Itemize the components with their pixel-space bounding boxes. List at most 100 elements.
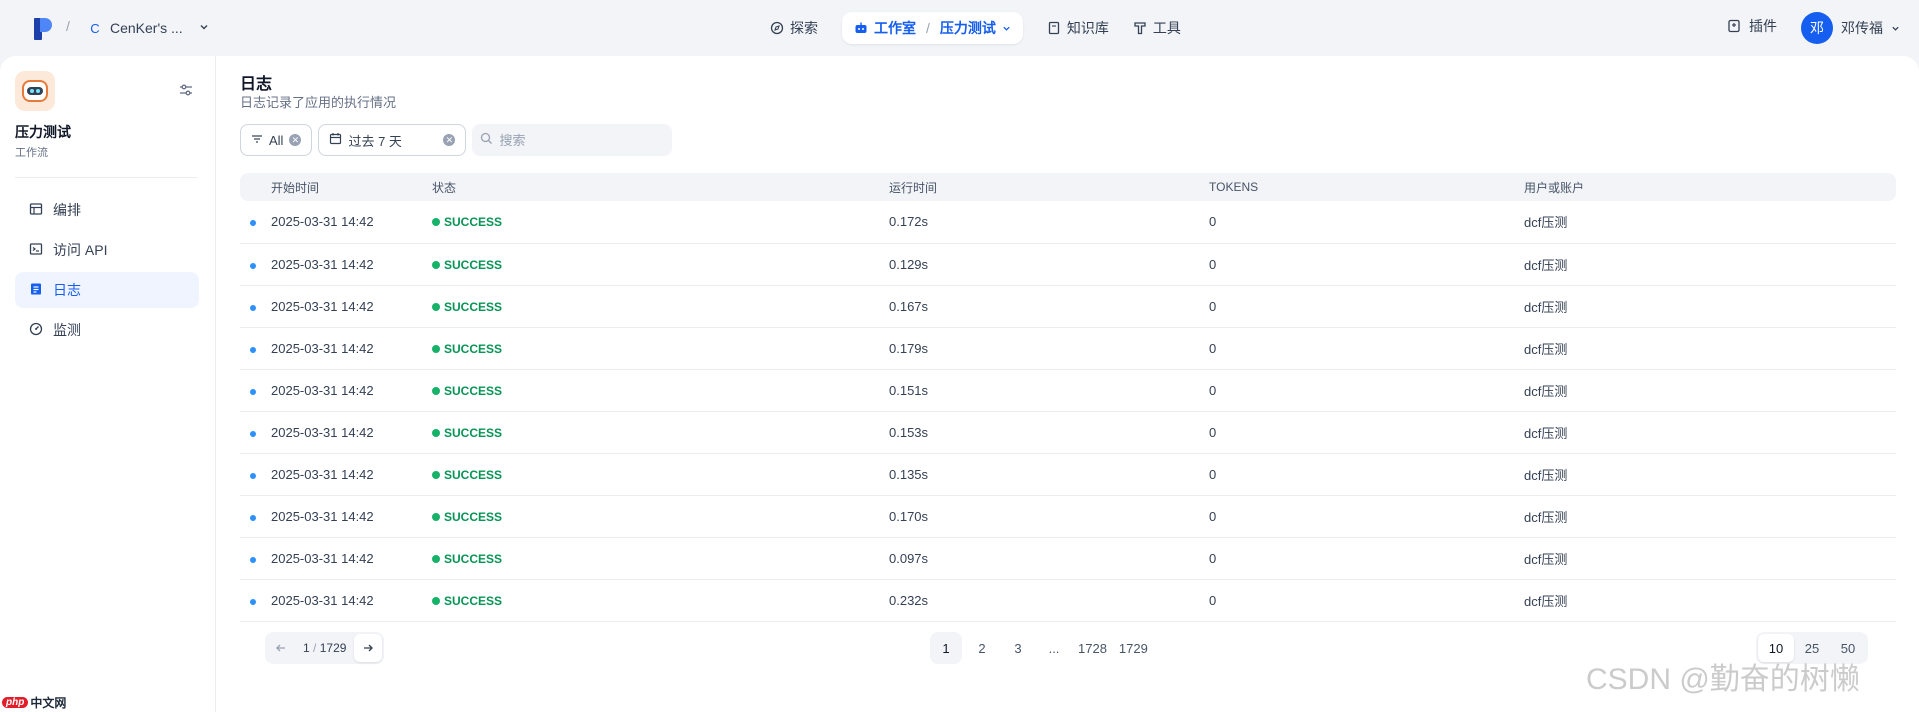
status-dot: [432, 554, 440, 563]
file-text-icon: [29, 282, 43, 299]
search-input[interactable]: [499, 132, 660, 148]
chevron-down-icon: [199, 22, 209, 35]
table-row[interactable]: 2025-03-31 14:42 SUCCESS 0.151s 0 dcf压测: [240, 369, 1896, 411]
sidebar-item-label: 编排: [53, 202, 81, 218]
status-dot: [432, 386, 440, 395]
cell-tokens: 0: [1209, 298, 1217, 314]
table-row[interactable]: 2025-03-31 14:42 SUCCESS 0.135s 0 dcf压测: [240, 453, 1896, 495]
cell-runtime: 0.172s: [889, 214, 929, 230]
unread-dot: [250, 472, 256, 479]
cell-start-time: 2025-03-31 14:42: [271, 256, 374, 272]
page-number[interactable]: 1728: [1074, 632, 1111, 664]
table-row[interactable]: 2025-03-31 14:42 SUCCESS 0.167s 0 dcf压测: [240, 285, 1896, 327]
gauge-icon: [29, 322, 43, 339]
row-indicator: [240, 411, 271, 453]
cell-tokens: 0: [1209, 340, 1217, 356]
cell-tokens: 0: [1209, 550, 1217, 566]
nav-explore[interactable]: 探索: [758, 12, 830, 44]
period-filter[interactable]: 过去 7 天 ✕: [318, 124, 467, 156]
nav-separator: /: [926, 20, 930, 36]
chevron-down-icon[interactable]: [1002, 20, 1011, 36]
user-menu[interactable]: 邓 邓传福: [1801, 12, 1900, 44]
nav-current-app[interactable]: 压力测试: [940, 18, 996, 38]
column-status: 状态: [432, 180, 457, 195]
php-watermark: php 中文网: [2, 694, 66, 711]
workspace-switcher[interactable]: C CenKer's ...: [88, 14, 209, 42]
csdn-watermark: CSDN @勤奋的树懒: [1586, 663, 1860, 696]
cell-tokens: 0: [1209, 508, 1217, 524]
plugin-icon: [1727, 19, 1741, 33]
status-text: SUCCESS: [444, 383, 503, 398]
table-row[interactable]: 2025-03-31 14:42 SUCCESS 0.153s 0 dcf压测: [240, 411, 1896, 453]
status-dot: [432, 512, 440, 521]
hammer-icon: [1133, 21, 1147, 35]
table-row[interactable]: 2025-03-31 14:42 SUCCESS 0.232s 0 dcf压测: [240, 579, 1896, 621]
plugins-button[interactable]: 插件: [1727, 16, 1777, 36]
sidebar-item-label: 日志: [53, 282, 81, 298]
status-badge: SUCCESS: [432, 300, 502, 314]
sidebar-item-logs[interactable]: 日志: [15, 272, 199, 308]
column-start-time: 开始时间: [271, 180, 320, 195]
divider: [15, 177, 197, 178]
calendar-icon: [329, 132, 342, 148]
table-row[interactable]: 2025-03-31 14:42 SUCCESS 0.179s 0 dcf压测: [240, 327, 1896, 369]
sidebar-item-api[interactable]: 访问 API: [15, 232, 199, 268]
prev-page-button[interactable]: [267, 634, 295, 662]
filter-icon: [251, 133, 263, 148]
cell-user: dcf压测: [1524, 341, 1568, 357]
nav-tools-label: 工具: [1152, 20, 1181, 36]
cell-runtime: 0.135s: [889, 466, 929, 482]
sidebar-item-monitor[interactable]: 监测: [15, 312, 199, 348]
row-indicator: [240, 243, 271, 285]
cell-user: dcf压测: [1524, 299, 1568, 315]
table-row[interactable]: 2025-03-31 14:42 SUCCESS 0.170s 0 dcf压测: [240, 495, 1896, 537]
status-badge: SUCCESS: [432, 215, 502, 229]
avatar: 邓: [1801, 12, 1833, 44]
cell-runtime: 0.153s: [889, 424, 929, 440]
robot-icon: [22, 80, 48, 102]
nav-studio[interactable]: 工作室 / 压力测试: [842, 12, 1023, 44]
cell-runtime: 0.151s: [889, 382, 929, 398]
page-number[interactable]: 3: [1002, 632, 1034, 664]
row-indicator: [240, 537, 271, 579]
cell-status: SUCCESS: [432, 369, 889, 411]
cell-tokens: 0: [1209, 424, 1217, 440]
table-row[interactable]: 2025-03-31 14:42 SUCCESS 0.172s 0 dcf压测: [240, 201, 1896, 243]
status-text: SUCCESS: [444, 425, 503, 440]
unread-dot: [250, 262, 256, 269]
status-text: SUCCESS: [444, 509, 503, 524]
sidebar-item-label: 访问 API: [53, 242, 108, 258]
search-box[interactable]: [472, 124, 673, 156]
filter-bar: All ✕ 过去 7 天 ✕: [240, 124, 673, 156]
unread-dot: [250, 598, 256, 605]
status-badge: SUCCESS: [432, 468, 502, 482]
clear-icon[interactable]: ✕: [443, 134, 456, 146]
logs-table: 开始时间 状态 运行时间 TOKENS 用户或账户 2025-03-31 14:…: [240, 173, 1896, 622]
cell-start-time: 2025-03-31 14:42: [271, 466, 374, 482]
nav-knowledge[interactable]: 知识库: [1035, 12, 1121, 44]
sidebar-item-orchestrate[interactable]: 编排: [15, 192, 199, 228]
clear-icon[interactable]: ✕: [289, 134, 302, 146]
page-number[interactable]: 1: [930, 632, 962, 664]
status-filter[interactable]: All ✕: [240, 124, 313, 156]
app-logo[interactable]: [34, 18, 52, 40]
unread-dot: [250, 556, 256, 563]
cell-tokens: 0: [1209, 382, 1217, 398]
cell-start-time: 2025-03-31 14:42: [271, 214, 374, 230]
page-number[interactable]: 2: [966, 632, 998, 664]
table-row[interactable]: 2025-03-31 14:42 SUCCESS 0.097s 0 dcf压测: [240, 537, 1896, 579]
settings-sliders-icon[interactable]: [178, 82, 196, 100]
app-name: 压力测试: [15, 124, 71, 140]
book-icon: [1047, 21, 1061, 35]
table-row[interactable]: 2025-03-31 14:42 SUCCESS 0.129s 0 dcf压测: [240, 243, 1896, 285]
cell-runtime: 0.232s: [889, 592, 929, 608]
next-page-button[interactable]: [354, 634, 383, 662]
main-nav: 探索 工作室 / 压力测试 知识库 工具: [758, 12, 1193, 44]
nav-tools[interactable]: 工具: [1121, 12, 1193, 44]
status-badge: SUCCESS: [432, 384, 502, 398]
page-number[interactable]: 1729: [1115, 632, 1152, 664]
watermark-badge: php: [2, 697, 29, 708]
cell-start-time: 2025-03-31 14:42: [271, 298, 374, 314]
cell-status: SUCCESS: [432, 537, 889, 579]
cell-status: SUCCESS: [432, 495, 889, 537]
